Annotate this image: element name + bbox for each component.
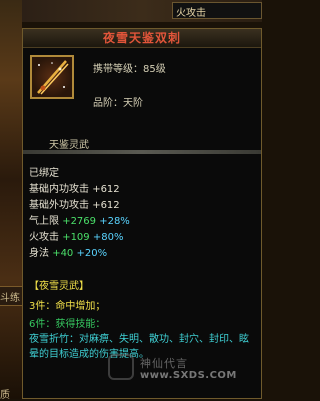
stat-name: 气上限 xyxy=(29,216,59,227)
stat-base: +612 xyxy=(92,200,120,211)
background-item-slot[interactable]: 斗练 xyxy=(0,286,22,306)
game-background-left xyxy=(0,0,22,399)
stat-percent: +80% xyxy=(92,232,124,243)
background-fragment-text: 质 xyxy=(0,390,10,401)
carry-level-requirement: 携带等级：85级 xyxy=(93,64,166,75)
stat-percent: +20% xyxy=(76,248,108,259)
stat-row: 基础内功攻击 +612 xyxy=(29,180,120,195)
item-icon xyxy=(30,55,74,99)
skill-slot-label: 火攻击 xyxy=(176,8,206,19)
stat-base: +612 xyxy=(92,184,120,195)
stat-row: 身法 +40 +20% xyxy=(29,244,107,259)
watermark-text: 神仙代言 xyxy=(140,357,188,370)
background-item-label: 斗练 xyxy=(0,293,20,304)
watermark-url: www.SXDS.COM xyxy=(140,370,237,381)
stat-bonus: +2769 xyxy=(62,216,97,227)
stat-name: 基础外功攻击 xyxy=(29,200,89,211)
stat-percent: +28% xyxy=(99,216,130,227)
set-name: 【夜雪灵武】 xyxy=(29,281,89,292)
item-tooltip: 夜雪天鉴双刺 携带等级：85级 品阶：天阶 天鉴灵武 已绑定 基础内功攻击 +6… xyxy=(22,28,262,399)
stat-bonus: +40 xyxy=(52,248,74,259)
tooltip-title-bar: 夜雪天鉴双刺 xyxy=(23,29,261,48)
section-divider xyxy=(23,150,261,154)
item-name: 夜雪天鉴双刺 xyxy=(102,31,181,45)
skill-slot-fire-attack[interactable]: 火攻击 xyxy=(172,2,262,19)
stat-name: 基础内功攻击 xyxy=(29,184,89,195)
stat-name: 火攻击 xyxy=(29,232,59,243)
watermark-logo-icon xyxy=(108,354,134,380)
stat-row: 基础外功攻击 +612 xyxy=(29,196,120,211)
set-bonus-6: 6件：获得技能： xyxy=(29,319,106,330)
stat-bonus: +109 xyxy=(62,232,90,243)
set-bonus-3: 3件：命中增加； xyxy=(29,301,106,312)
stat-row: 气上限 +2769 +28% xyxy=(29,212,130,227)
stat-name: 身法 xyxy=(29,248,49,259)
bound-status: 已绑定 xyxy=(29,168,59,179)
dual-dagger-icon xyxy=(37,60,69,95)
item-rank: 品阶：天阶 xyxy=(93,98,143,109)
item-category: 天鉴灵武 xyxy=(49,140,89,151)
stat-row: 火攻击 +109 +80% xyxy=(29,228,123,243)
